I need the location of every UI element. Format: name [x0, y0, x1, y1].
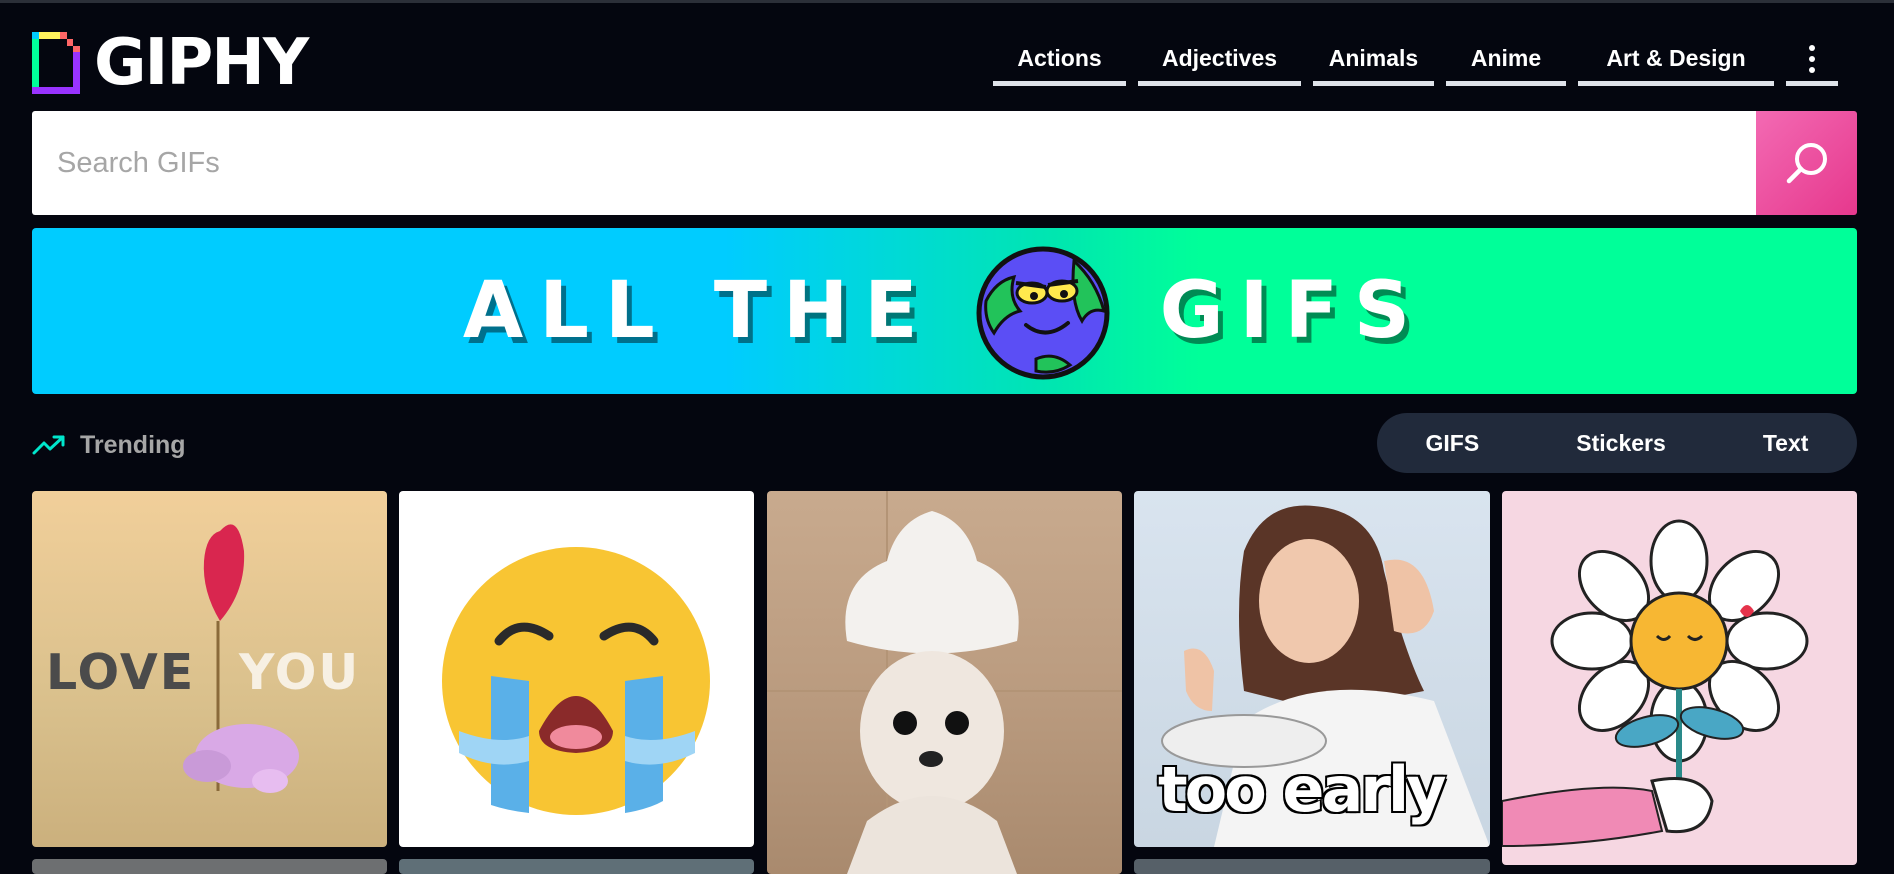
gif-card[interactable]: LOVE YOU	[32, 491, 387, 847]
nav-item-animals[interactable]: Animals	[1313, 36, 1434, 86]
nav-item-art-design[interactable]: Art & Design	[1578, 36, 1774, 86]
search-input[interactable]	[32, 111, 1756, 215]
tab-stickers[interactable]: Stickers	[1564, 430, 1678, 457]
category-nav: Actions Adjectives Animals Anime Art & D…	[993, 36, 1838, 86]
gif-card[interactable]	[399, 491, 754, 847]
gif-card[interactable]	[399, 859, 754, 874]
gif-caption-you: YOU	[239, 644, 361, 701]
gif-card[interactable]: too early	[1134, 491, 1490, 847]
search-icon	[1786, 143, 1827, 184]
giphy-logo-icon	[32, 32, 80, 94]
search-button[interactable]	[1756, 111, 1857, 215]
globe-mascot-icon	[976, 246, 1110, 380]
trending-up-icon	[32, 435, 65, 455]
nav-item-adjectives[interactable]: Adjectives	[1138, 36, 1301, 86]
promo-banner[interactable]: ALL THE GIFS	[32, 228, 1857, 394]
logo-wordmark: GIPHY	[94, 26, 309, 100]
more-vertical-icon[interactable]	[1786, 36, 1838, 86]
gif-card[interactable]	[767, 491, 1122, 874]
trending-link[interactable]: Trending	[32, 430, 186, 460]
tab-text[interactable]: Text	[1751, 430, 1821, 457]
window-top-border	[0, 0, 1894, 3]
content-type-tabs: GIFS Stickers Text	[1377, 413, 1857, 473]
gif-caption-too-early: too early	[1158, 753, 1447, 826]
nav-item-actions[interactable]: Actions	[993, 36, 1126, 86]
nav-item-anime[interactable]: Anime	[1446, 36, 1566, 86]
tab-gifs[interactable]: GIFS	[1414, 430, 1492, 457]
gif-card[interactable]	[1134, 859, 1490, 874]
gif-card[interactable]	[32, 859, 387, 874]
gif-card[interactable]	[1502, 491, 1857, 865]
gif-caption-love: LOVE	[46, 644, 196, 701]
banner-text-left: ALL THE	[462, 266, 934, 356]
trending-label: Trending	[80, 430, 186, 459]
banner-text-right: GIFS	[1159, 266, 1427, 356]
search-bar	[32, 111, 1857, 215]
giphy-logo[interactable]: GIPHY	[32, 26, 309, 100]
